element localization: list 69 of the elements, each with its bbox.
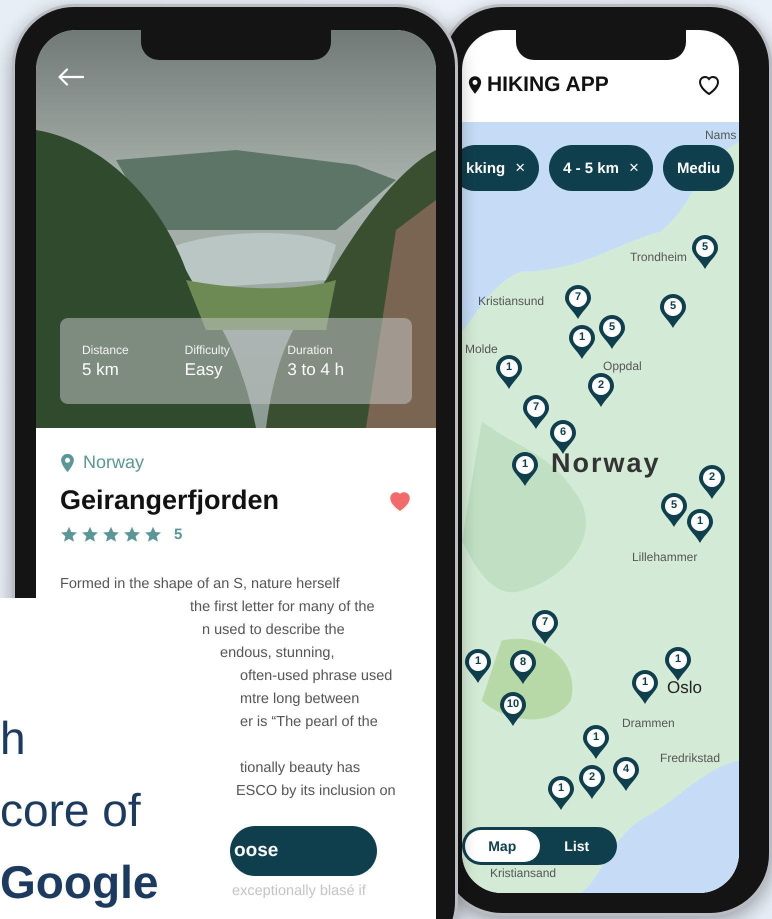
stat-label: Duration — [287, 342, 334, 356]
place-label: Kristiansand — [490, 866, 556, 880]
map-pin[interactable]: 6 — [549, 419, 577, 455]
place-label: Kristiansund — [478, 294, 544, 308]
place-label: Nams — [705, 128, 736, 142]
place-label: Oppdal — [603, 359, 642, 373]
place-label: Fredrikstad — [660, 751, 720, 765]
place-label: Trondheim — [630, 250, 687, 264]
description-text: endous, stunning, — [220, 644, 334, 663]
map-pin[interactable]: 5 — [659, 293, 687, 329]
back-arrow-icon[interactable] — [58, 68, 84, 86]
map-pin[interactable]: 5 — [691, 234, 719, 270]
description-text: n used to describe the — [202, 621, 345, 640]
map-pin[interactable]: 4 — [612, 756, 640, 792]
map-pin[interactable]: 1 — [495, 354, 523, 390]
description-text: er is “The pearl of the — [240, 713, 378, 732]
map-pin[interactable]: 2 — [587, 372, 615, 408]
filter-chip[interactable]: kking × — [462, 145, 540, 191]
map-pin[interactable]: 1 — [686, 508, 714, 544]
stat-label: Distance — [82, 342, 130, 356]
map-pin[interactable]: 1 — [464, 648, 492, 684]
place-label: Lillehammer — [632, 550, 698, 564]
map-pin[interactable]: 1 — [568, 324, 596, 360]
stat-label: Difficulty — [184, 342, 231, 356]
location-label: Norway — [83, 452, 144, 473]
map-pin[interactable]: 8 — [509, 649, 537, 685]
description-text: tionally beauty has — [240, 759, 360, 778]
map-pin[interactable]: 1 — [511, 451, 539, 487]
description-text: often-used phrase used — [240, 667, 392, 686]
description-text: mtre long between — [240, 690, 360, 709]
rating-value: 5 — [174, 526, 182, 543]
map-pin[interactable]: 10 — [499, 691, 527, 727]
stat-value: 5 km — [82, 360, 120, 380]
map-pin[interactable]: 1 — [664, 646, 692, 682]
map-pin[interactable]: 1 — [582, 724, 610, 760]
description-text: exceptionally blasé if — [232, 882, 366, 901]
map-pin[interactable]: 1 — [547, 775, 575, 811]
headline-text: h — [0, 711, 27, 766]
heart-icon[interactable] — [697, 74, 721, 96]
map-pin[interactable]: 1 — [631, 669, 659, 705]
stat-value: Easy — [184, 360, 224, 380]
star-icon — [60, 526, 78, 543]
star-icon — [102, 526, 120, 543]
pin-icon — [468, 75, 482, 95]
view-tab[interactable]: List — [540, 830, 614, 862]
view-tab[interactable]: Map — [465, 830, 540, 862]
app-title: HIKING APP — [487, 73, 610, 97]
map-pin[interactable]: 7 — [564, 284, 592, 320]
star-icon — [123, 526, 141, 543]
map-pin[interactable]: 5 — [660, 492, 688, 528]
map-pin[interactable]: 2 — [698, 464, 726, 500]
place-label: Molde — [465, 342, 498, 356]
star-icon — [81, 526, 99, 543]
map-pin[interactable]: 7 — [522, 394, 550, 430]
headline-text: Google — [0, 855, 160, 910]
description-text: ESCO by its inclusion on — [236, 782, 396, 801]
description-text: the first letter for many of the — [190, 598, 375, 617]
description-text: Formed in the shape of an S, nature herself — [60, 575, 340, 594]
filter-chip[interactable]: 4 - 5 km × — [549, 145, 653, 191]
choose-button[interactable]: oose — [230, 826, 377, 876]
headline-text: core of — [0, 783, 142, 838]
location-pin-icon — [60, 452, 75, 472]
map-pin[interactable]: 2 — [578, 764, 606, 800]
star-icon — [144, 526, 162, 543]
map-pin[interactable]: 7 — [531, 609, 559, 645]
stat-value: 3 to 4 h — [287, 360, 346, 380]
place-label: Drammen — [622, 716, 675, 730]
trail-title: Geirangerfjorden — [60, 485, 280, 516]
map-pin[interactable]: 5 — [598, 314, 626, 350]
